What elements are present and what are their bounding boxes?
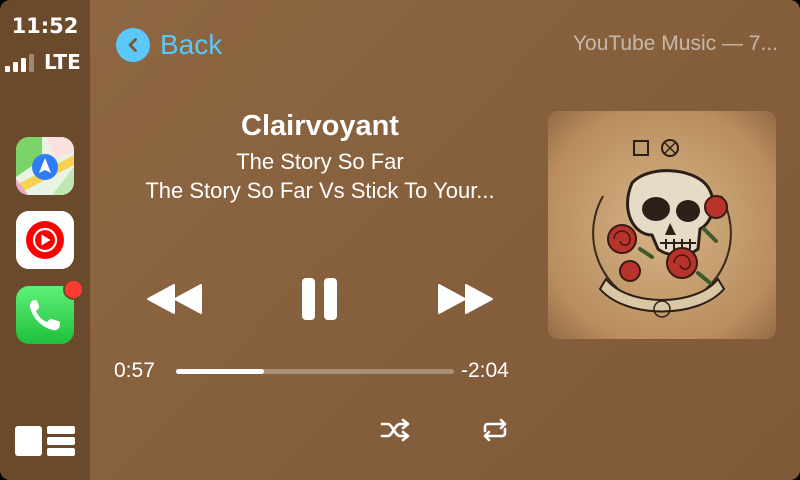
pause-button[interactable]: [301, 277, 339, 325]
signal-bar: [5, 66, 10, 72]
track-title: Clairvoyant: [241, 110, 399, 142]
repeat-icon: [483, 418, 507, 442]
status-signal: LTE: [5, 50, 90, 74]
album-artwork: [548, 111, 776, 339]
dashboard-icon: [15, 426, 75, 456]
signal-bar: [13, 62, 18, 72]
shuffle-button[interactable]: [380, 418, 410, 446]
fast-forward-button[interactable]: [436, 283, 494, 319]
back-label: Back: [160, 29, 223, 60]
status-time: 11:52: [11, 14, 79, 38]
rewind-icon: [147, 284, 202, 314]
track-album: The Story So Far Vs Stick To Your...: [145, 178, 495, 203]
repeat-button[interactable]: [480, 418, 510, 446]
progress-bar[interactable]: [176, 369, 454, 374]
signal-bar: [21, 58, 26, 72]
sidebar: 11:52 LTE: [0, 0, 90, 480]
carplay-screen: 11:52 LTE Back YouTube Music — 7... Clai…: [0, 0, 800, 480]
network-type: LTE: [44, 50, 81, 74]
remaining-time: -2:04: [461, 359, 509, 382]
progress-bar-fill: [176, 369, 265, 374]
maps-app-button[interactable]: [16, 137, 74, 195]
maps-icon: [16, 137, 74, 195]
now-playing-view: Back YouTube Music — 7... Clairvoyant Th…: [90, 0, 800, 480]
back-chevron-icon: [116, 28, 150, 62]
signal-bar: [29, 54, 34, 72]
fast-forward-icon: [438, 284, 493, 314]
track-artist: The Story So Far: [236, 149, 404, 174]
shuffle-icon: [380, 418, 410, 442]
rewind-button[interactable]: [146, 283, 204, 319]
youtube-music-icon: [16, 211, 74, 269]
dashboard-button[interactable]: [15, 426, 75, 456]
cellular-signal-icon: [5, 52, 41, 72]
album-art-skull-illustration: [548, 111, 776, 339]
elapsed-time: 0:57: [114, 359, 155, 382]
youtube-music-app-button[interactable]: [16, 211, 74, 269]
pause-icon: [302, 278, 337, 320]
source-app-label: YouTube Music — 7...: [572, 32, 778, 55]
back-button[interactable]: Back: [116, 27, 222, 63]
phone-notification-badge: [63, 279, 84, 300]
